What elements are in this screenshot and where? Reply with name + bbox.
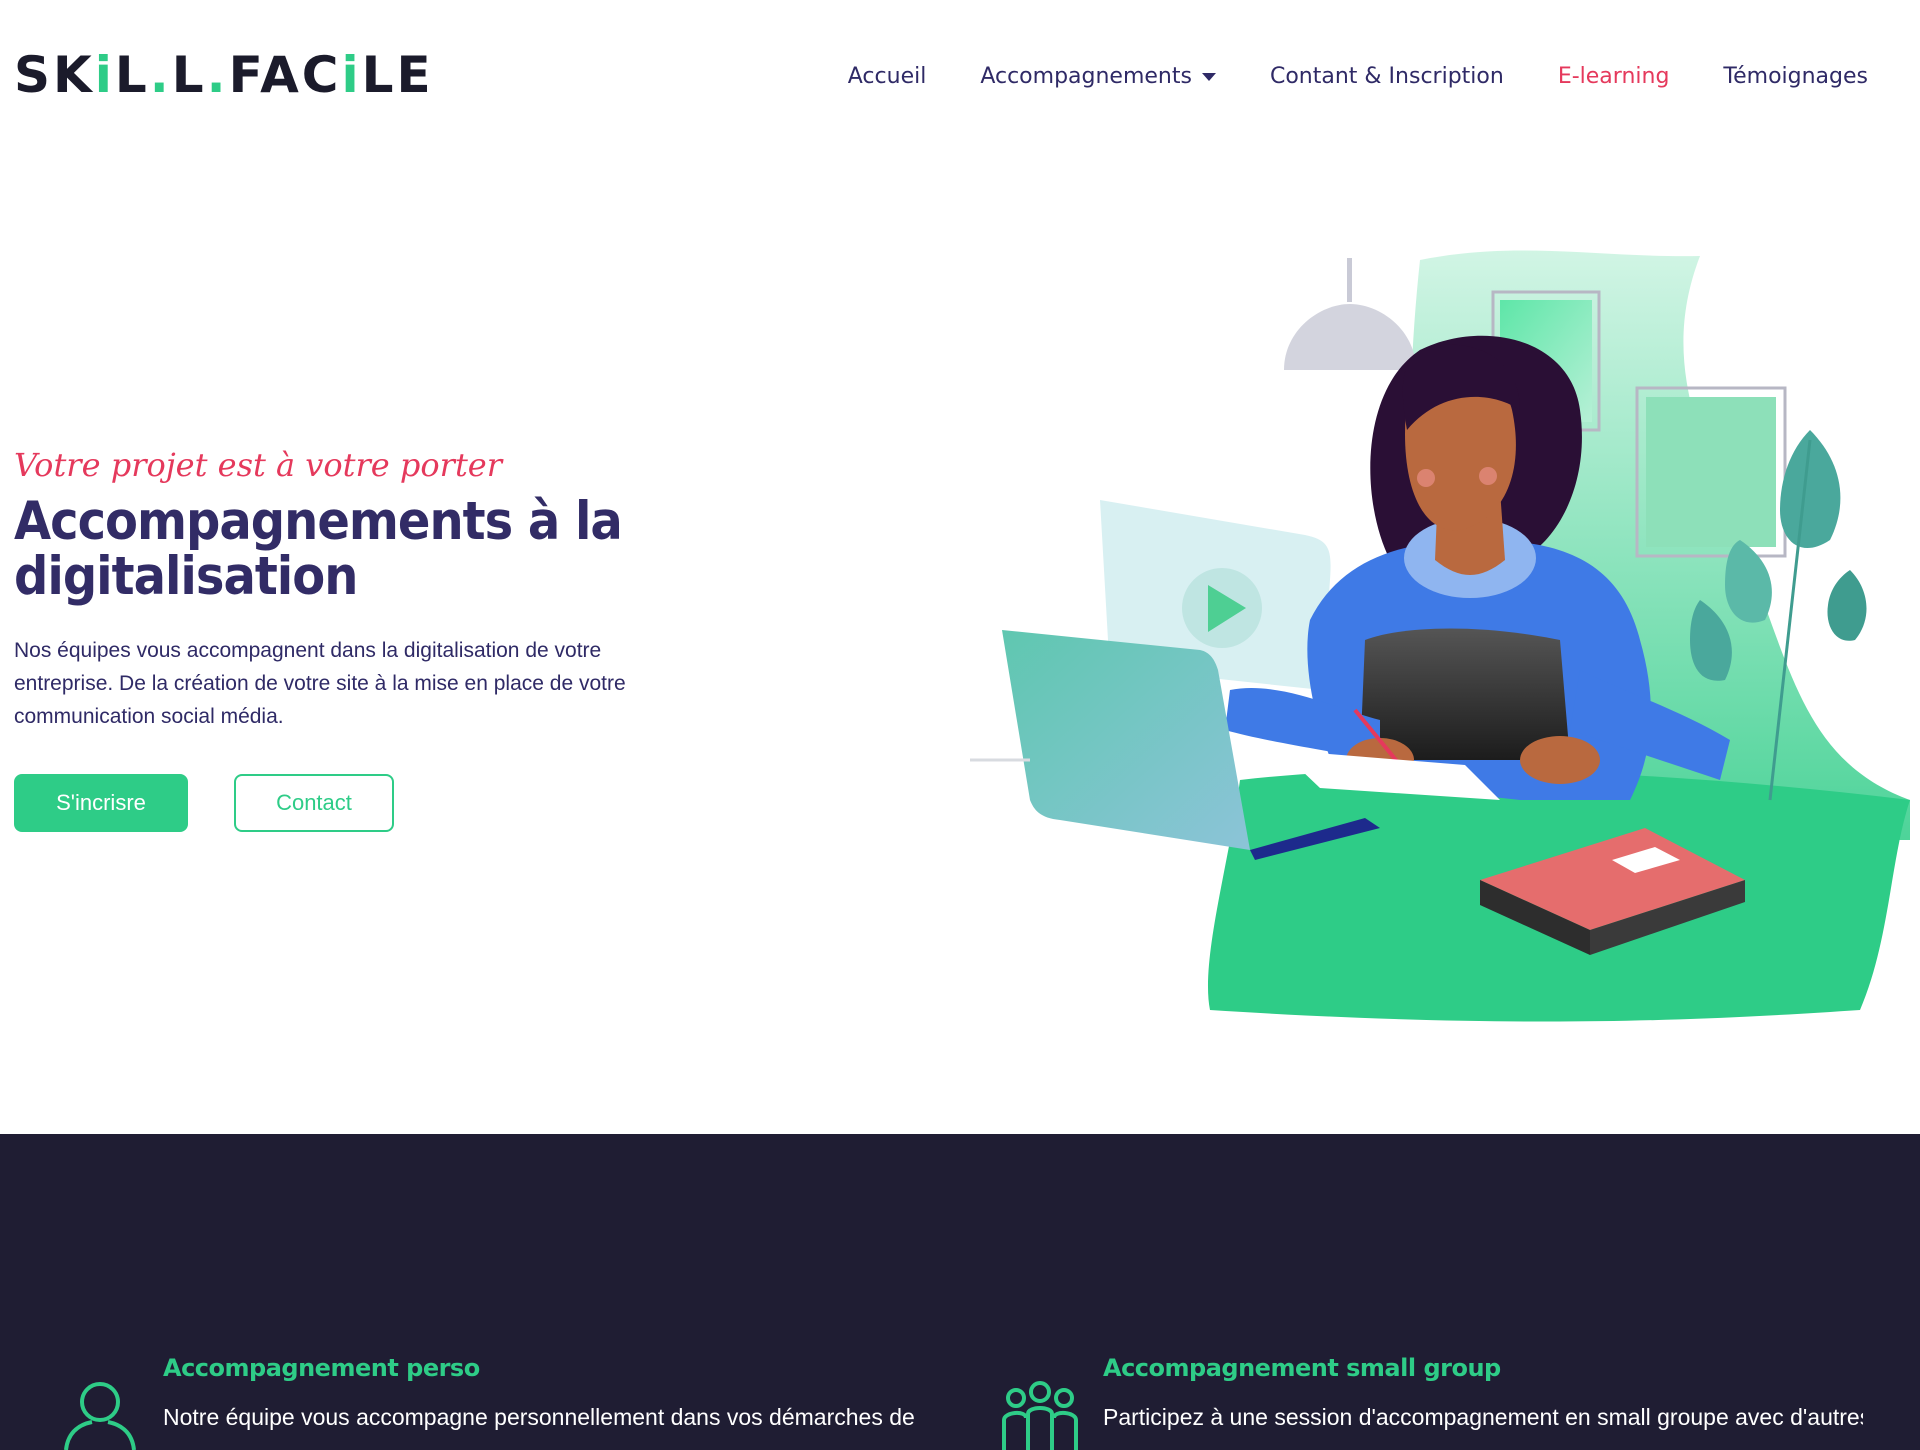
feature-perso-text: Notre équipe vous accompagne personnelle… bbox=[163, 1404, 915, 1430]
nav-temoignages[interactable]: Témoignages bbox=[1723, 66, 1868, 88]
nav-contact-inscription[interactable]: Contant & Inscription bbox=[1270, 66, 1504, 88]
feature-small-group-title: Accompagnement small group bbox=[1103, 1354, 1501, 1382]
hero-title: Accompagnements à la digitalisation bbox=[14, 490, 623, 608]
caret-down-icon bbox=[1201, 73, 1216, 81]
hero-tagline: Votre projet est à votre porter bbox=[14, 446, 503, 484]
feature-perso-title: Accompagnement perso bbox=[163, 1354, 480, 1382]
nav-elearning[interactable]: E-learning bbox=[1558, 66, 1670, 88]
hero-illustration bbox=[970, 250, 1910, 1022]
feature-small-group: Accompagnement small group Participez à … bbox=[1103, 1354, 1863, 1434]
site-header: SKiL.L.FACiLE Accueil Accompagnements Co… bbox=[0, 0, 1920, 150]
logo[interactable]: SKiL.L.FACiLE bbox=[14, 50, 434, 100]
group-icon bbox=[1002, 1381, 1078, 1450]
main-nav: Accueil Accompagnements Contant & Inscri… bbox=[848, 66, 1868, 88]
nav-accompagnements[interactable]: Accompagnements bbox=[980, 66, 1216, 88]
feature-perso: Accompagnement perso Notre équipe vous a… bbox=[163, 1354, 923, 1434]
signup-button[interactable]: S'incrisre bbox=[14, 774, 188, 832]
person-icon bbox=[64, 1382, 136, 1450]
hero-description: Nos équipes vous accompagnent dans la di… bbox=[14, 639, 626, 728]
nav-accueil[interactable]: Accueil bbox=[848, 66, 927, 88]
feature-small-group-text: Participez à une session d'accompagnemen… bbox=[1103, 1404, 1863, 1430]
contact-button[interactable]: Contact bbox=[234, 774, 394, 832]
nav-accompagnements-label: Accompagnements bbox=[980, 64, 1192, 89]
